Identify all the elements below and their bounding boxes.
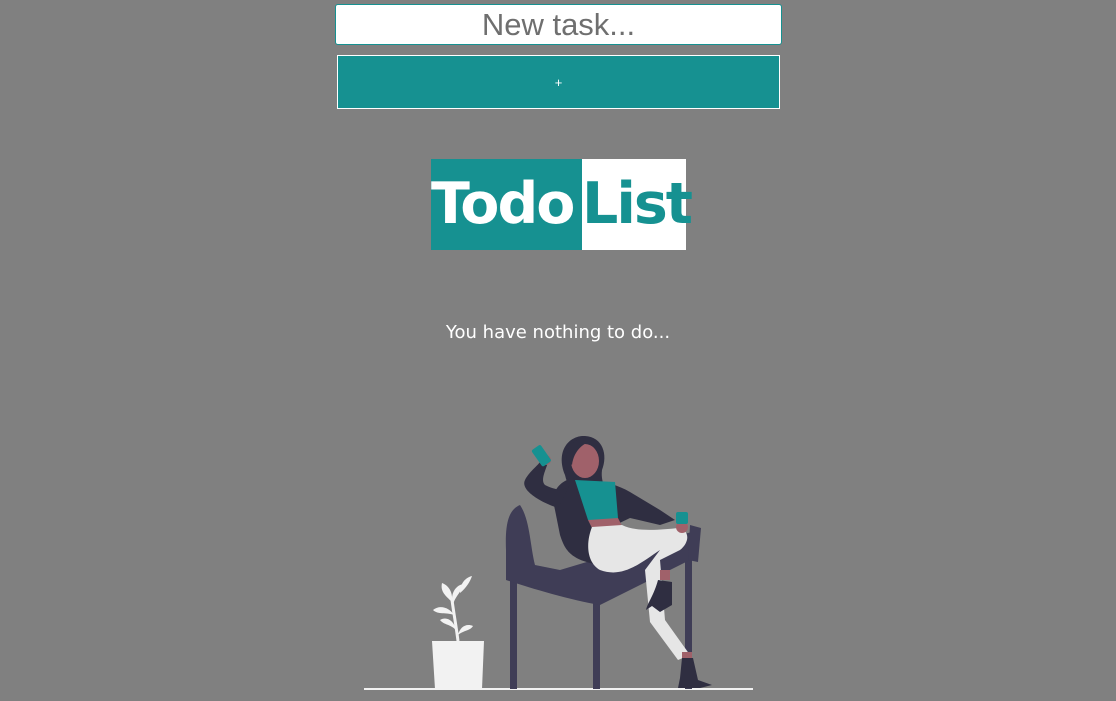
new-task-input[interactable]	[335, 4, 782, 45]
add-task-button[interactable]: +	[337, 55, 780, 109]
plant-pot-icon	[432, 576, 484, 689]
logo-list-text: List	[582, 159, 693, 250]
woman-sitting-chair-illustration	[364, 435, 753, 690]
logo-todo-text: Todo	[431, 159, 582, 250]
todo-app: + Todo List You have nothing to do...	[0, 0, 1116, 701]
app-logo: Todo List	[431, 159, 693, 250]
empty-state-message: You have nothing to do...	[445, 322, 671, 343]
